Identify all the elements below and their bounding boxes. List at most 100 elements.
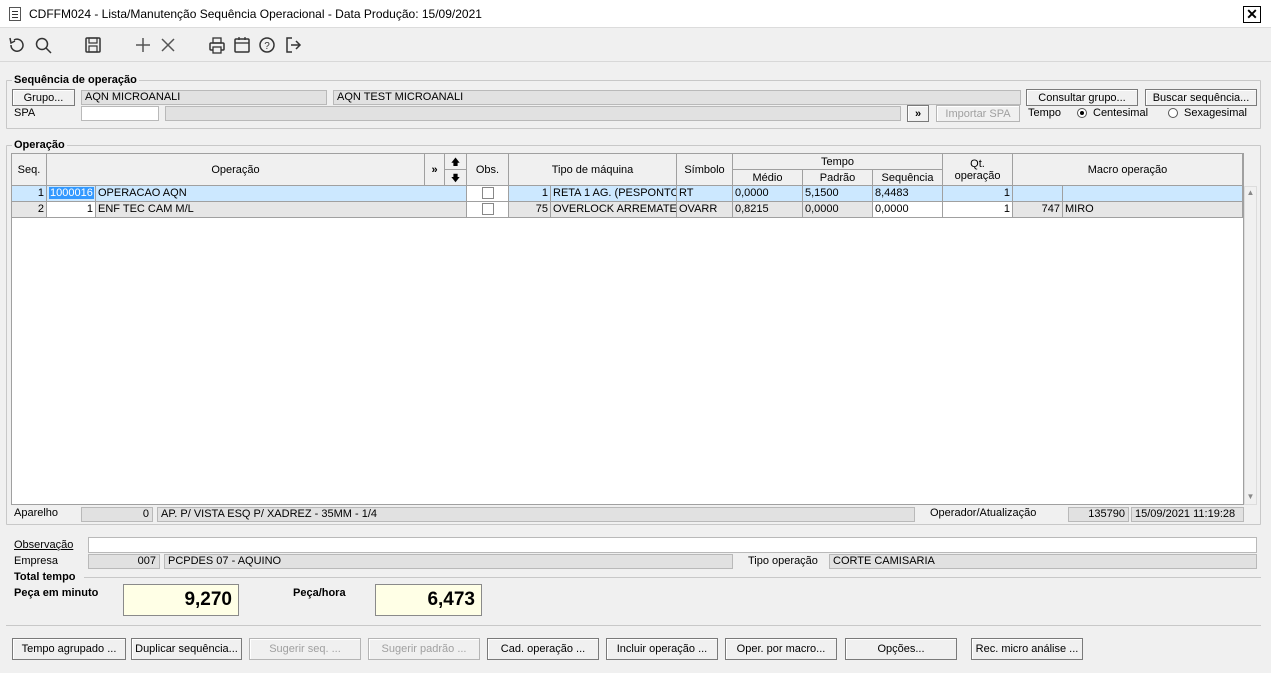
header-tipo-maquina[interactable]: Tipo de máquina bbox=[509, 154, 677, 186]
empresa-label: Empresa bbox=[14, 555, 59, 567]
oper-por-macro-button[interactable]: Oper. por macro... bbox=[725, 638, 837, 660]
spa-expand-button[interactable]: » bbox=[907, 105, 929, 122]
consultar-grupo-button[interactable]: Consultar grupo... bbox=[1026, 89, 1138, 106]
row-macro-desc[interactable] bbox=[1063, 186, 1243, 202]
peca-minuto-value: 9,270 bbox=[123, 584, 239, 616]
total-tempo-divider bbox=[84, 577, 1261, 578]
scroll-down-icon[interactable]: ▼ bbox=[1245, 491, 1256, 503]
row-padrao[interactable]: 5,1500 bbox=[803, 186, 873, 202]
row-medio[interactable]: 0,0000 bbox=[733, 186, 803, 202]
header-padrao[interactable]: Padrão bbox=[803, 170, 873, 186]
header-obs[interactable]: Obs. bbox=[467, 154, 509, 186]
row-simbolo[interactable]: RT bbox=[677, 186, 733, 202]
row-macro-code[interactable]: 747 bbox=[1013, 202, 1063, 218]
centesimal-label: Centesimal bbox=[1093, 107, 1149, 119]
row-padrao[interactable]: 0,0000 bbox=[803, 202, 873, 218]
search-icon[interactable] bbox=[33, 35, 53, 55]
calendar-icon[interactable] bbox=[232, 35, 252, 55]
document-icon bbox=[9, 7, 21, 21]
move-up-icon[interactable]: 🡅 bbox=[445, 154, 467, 170]
peca-hora-value: 6,473 bbox=[375, 584, 482, 616]
obs-checkbox[interactable] bbox=[481, 187, 494, 199]
header-sequencia[interactable]: Sequência bbox=[873, 170, 943, 186]
tipo-operacao-field: CORTE CAMISARIA bbox=[829, 554, 1257, 569]
importar-spa-button[interactable]: Importar SPA bbox=[936, 105, 1020, 122]
row-maquina-code[interactable]: 1 bbox=[509, 186, 551, 202]
operador-code-field: 135790 bbox=[1068, 507, 1129, 522]
incluir-operacao-button[interactable]: Incluir operação ... bbox=[606, 638, 718, 660]
obs-checkbox[interactable] bbox=[481, 203, 494, 215]
scroll-up-icon[interactable]: ▲ bbox=[1245, 187, 1256, 199]
opcoes-button[interactable]: Opções... bbox=[845, 638, 957, 660]
row-seq[interactable]: 1 bbox=[12, 186, 47, 202]
row-maquina-desc[interactable]: OVERLOCK ARREMATE bbox=[551, 202, 677, 218]
svg-text:?: ? bbox=[264, 41, 270, 52]
spa-desc-field bbox=[165, 106, 901, 121]
rec-micro-analise-button[interactable]: Rec. micro análise ... bbox=[971, 638, 1083, 660]
grupo-code-field[interactable]: AQN MICROANALI bbox=[81, 90, 327, 105]
row-operacao-desc[interactable]: OPERACAO AQN bbox=[96, 186, 467, 202]
sexagesimal-label: Sexagesimal bbox=[1184, 107, 1247, 119]
row-operacao-code[interactable]: 1000016 bbox=[47, 186, 96, 202]
row-sequencia[interactable]: 0,0000 bbox=[873, 202, 943, 218]
header-expand-button[interactable]: » bbox=[425, 154, 445, 186]
tempo-agrupado-button[interactable]: Tempo agrupado ... bbox=[12, 638, 126, 660]
delete-icon[interactable] bbox=[158, 35, 178, 55]
close-icon[interactable]: ✕ bbox=[1243, 6, 1261, 23]
grupo-button[interactable]: Grupo... bbox=[12, 89, 75, 106]
row-macro-code[interactable] bbox=[1013, 186, 1063, 202]
move-down-icon[interactable]: 🡇 bbox=[445, 170, 467, 186]
row-maquina-desc[interactable]: RETA 1 AG. (PESPONTO S bbox=[551, 186, 677, 202]
total-tempo-label: Total tempo bbox=[14, 571, 76, 583]
peca-hora-label: Peça/hora bbox=[293, 587, 346, 599]
header-medio[interactable]: Médio bbox=[733, 170, 803, 186]
row-macro-desc[interactable]: MIRO bbox=[1063, 202, 1243, 218]
empresa-code-field: 007 bbox=[88, 554, 160, 569]
row-simbolo[interactable]: OVARR bbox=[677, 202, 733, 218]
row-obs[interactable] bbox=[467, 186, 509, 202]
header-macro-operacao[interactable]: Macro operação bbox=[1013, 154, 1243, 186]
row-qt[interactable]: 1 bbox=[943, 202, 1013, 218]
cad-operacao-button[interactable]: Cad. operação ... bbox=[487, 638, 599, 660]
add-icon[interactable] bbox=[133, 35, 153, 55]
help-icon[interactable]: ? bbox=[257, 35, 277, 55]
tipo-operacao-label: Tipo operação bbox=[748, 555, 818, 567]
operador-label: Operador/Atualização bbox=[930, 507, 1037, 519]
bottom-divider bbox=[6, 625, 1261, 626]
refresh-icon[interactable] bbox=[7, 35, 27, 55]
row-maquina-code[interactable]: 75 bbox=[509, 202, 551, 218]
row-operacao-desc[interactable]: ENF TEC CAM M/L bbox=[96, 202, 467, 218]
row-operacao-code[interactable]: 1 bbox=[47, 202, 96, 218]
tempo-label: Tempo bbox=[1028, 107, 1062, 119]
peca-minuto-label: Peça em minuto bbox=[14, 587, 99, 599]
observacao-input[interactable] bbox=[88, 537, 1257, 553]
row-medio[interactable]: 0,8215 bbox=[733, 202, 803, 218]
duplicar-sequencia-button[interactable]: Duplicar sequência... bbox=[131, 638, 242, 660]
header-operacao[interactable]: Operação bbox=[47, 154, 425, 186]
row-sequencia[interactable]: 8,4483 bbox=[873, 186, 943, 202]
buscar-sequencia-button[interactable]: Buscar sequência... bbox=[1145, 89, 1257, 106]
grupo-desc-field: AQN TEST MICROANALI bbox=[333, 90, 1021, 105]
centesimal-radio[interactable] bbox=[1077, 108, 1087, 118]
title-bar: CDFFM024 - Lista/Manutenção Sequência Op… bbox=[0, 0, 1271, 28]
header-qt-operacao[interactable]: Qt. operação bbox=[943, 154, 1013, 186]
row-qt[interactable]: 1 bbox=[943, 186, 1013, 202]
header-seq[interactable]: Seq. bbox=[12, 154, 47, 186]
window-title: CDFFM024 - Lista/Manutenção Sequência Op… bbox=[29, 7, 482, 21]
header-simbolo[interactable]: Símbolo bbox=[677, 154, 733, 186]
sugerir-padrao-button[interactable]: Sugerir padrão ... bbox=[368, 638, 480, 660]
operador-date-field: 15/09/2021 11:19:28 bbox=[1131, 507, 1244, 522]
row-obs[interactable] bbox=[467, 202, 509, 218]
spa-input[interactable] bbox=[81, 106, 159, 121]
aparelho-label: Aparelho bbox=[14, 507, 59, 519]
sugerir-seq-button[interactable]: Sugerir seq. ... bbox=[249, 638, 361, 660]
row-operacao-code-text: 1000016 bbox=[49, 187, 94, 199]
save-icon[interactable] bbox=[83, 35, 103, 55]
spa-label: SPA bbox=[14, 107, 36, 119]
sequence-group-legend: Sequência de operação bbox=[12, 74, 139, 86]
row-seq[interactable]: 2 bbox=[12, 202, 47, 218]
sexagesimal-radio[interactable] bbox=[1168, 108, 1178, 118]
print-icon[interactable] bbox=[207, 35, 227, 55]
vertical-scrollbar[interactable] bbox=[1244, 186, 1257, 505]
exit-icon[interactable] bbox=[283, 35, 303, 55]
